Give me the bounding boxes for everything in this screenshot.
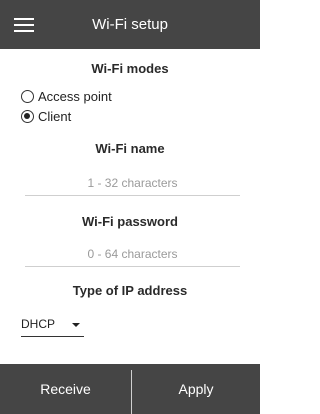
page-title: Wi-Fi setup xyxy=(92,16,168,33)
radio-access-point[interactable]: Access point xyxy=(21,88,112,104)
ip-type-value: DHCP xyxy=(21,317,56,331)
radio-checked-icon[interactable] xyxy=(21,109,34,123)
wifi-password-title: Wi-Fi password xyxy=(82,214,178,229)
wifi-password-input[interactable] xyxy=(25,242,240,267)
apply-button[interactable]: Apply xyxy=(132,364,260,414)
wifi-name-input[interactable] xyxy=(25,171,240,196)
radio-unchecked-icon[interactable] xyxy=(21,89,34,103)
ip-type-title: Type of IP address xyxy=(72,283,188,298)
wifi-name-title: Wi-Fi name xyxy=(95,141,165,156)
ip-type-select[interactable]: DHCP xyxy=(21,314,84,337)
radio-client[interactable]: Client xyxy=(21,108,71,124)
top-bar: Wi-Fi setup xyxy=(0,0,260,49)
radio-client-label: Client xyxy=(38,108,72,124)
dropdown-arrow-icon xyxy=(72,323,80,327)
receive-button[interactable]: Receive xyxy=(0,364,131,414)
bottom-bar: Receive Apply xyxy=(0,364,260,414)
wifi-modes-title: Wi-Fi modes xyxy=(91,61,169,76)
radio-access-point-label: Access point xyxy=(38,88,112,104)
